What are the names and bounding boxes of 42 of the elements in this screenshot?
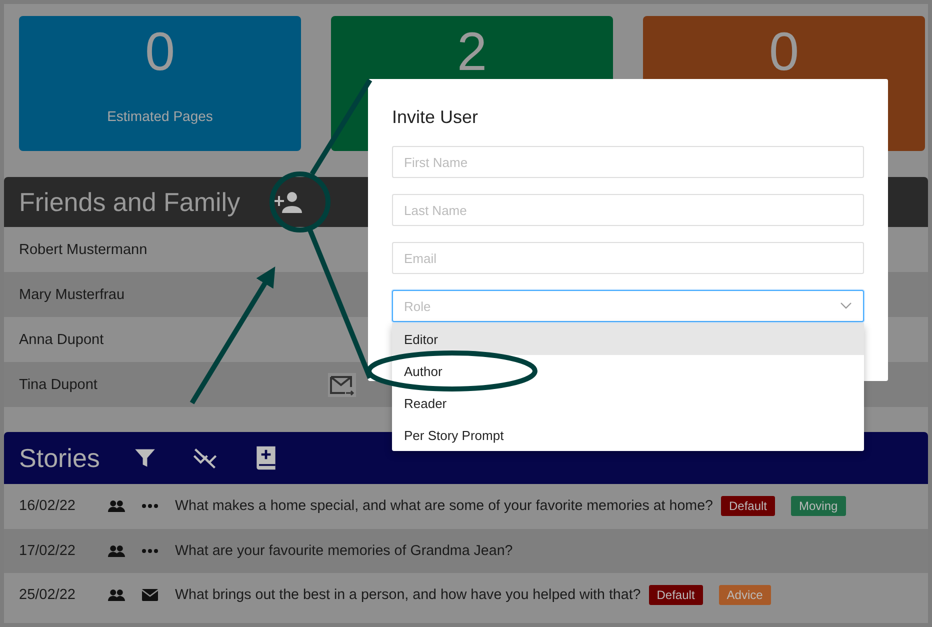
filter-icon[interactable] xyxy=(134,447,156,469)
more-icon[interactable] xyxy=(142,504,158,508)
stat-label: Estimated Pages xyxy=(107,108,213,124)
people-icon xyxy=(108,589,125,602)
add-person-icon[interactable] xyxy=(272,191,302,213)
dialog-title: Invite User xyxy=(392,107,480,128)
chevron-down-icon xyxy=(840,302,852,310)
slashed-signal-icon[interactable] xyxy=(192,447,218,469)
text-field[interactable]: Email xyxy=(392,242,864,274)
mail-icon xyxy=(142,589,158,602)
people-icon xyxy=(108,500,125,512)
story-date: 25/02/22 xyxy=(19,587,76,604)
story-question: What makes a home special, and what are some of your favorite memories at home? xyxy=(175,498,713,514)
story-question: What brings out the best in a person, and how have you helped with that? xyxy=(175,587,641,604)
highlight-circle xyxy=(270,172,330,232)
stat-value: 2 xyxy=(456,24,488,80)
story-tag: Default xyxy=(720,496,776,516)
stat-value: 0 xyxy=(144,24,176,80)
story-tag: Moving xyxy=(791,496,846,516)
dropdown-option[interactable]: Editor xyxy=(392,323,864,355)
text-field[interactable]: First Name xyxy=(392,146,864,178)
dropdown-option[interactable]: Author xyxy=(392,355,864,387)
stat-value: 0 xyxy=(768,24,800,80)
dropdown-option[interactable]: Per Story Prompt xyxy=(392,419,864,451)
story-question: What are your favourite memories of Grandma Jean? xyxy=(175,542,513,559)
story-date: 17/02/22 xyxy=(19,542,76,559)
friend-name: Tina Dupont xyxy=(19,376,98,392)
section-title: Stories xyxy=(19,442,100,474)
more-icon[interactable] xyxy=(142,548,158,553)
text-field[interactable]: Last Name xyxy=(392,194,864,226)
dropdown-option[interactable]: Reader xyxy=(392,387,864,419)
people-icon xyxy=(108,544,125,557)
add-book-icon[interactable] xyxy=(254,444,278,472)
friend-name: Mary Musterfrau xyxy=(19,286,125,302)
story-date: 16/02/22 xyxy=(19,498,76,514)
story-row[interactable]: 17/02/22 What are your favourite memories of Grandma Jean? xyxy=(4,528,928,573)
send-mail-icon[interactable] xyxy=(328,372,356,396)
friend-name: Robert Mustermann xyxy=(19,242,148,258)
friend-name: Anna Dupont xyxy=(19,332,104,348)
story-tag: Advice xyxy=(718,585,771,606)
story-tag: Default xyxy=(648,585,703,606)
section-title: Friends and Family xyxy=(19,186,240,218)
